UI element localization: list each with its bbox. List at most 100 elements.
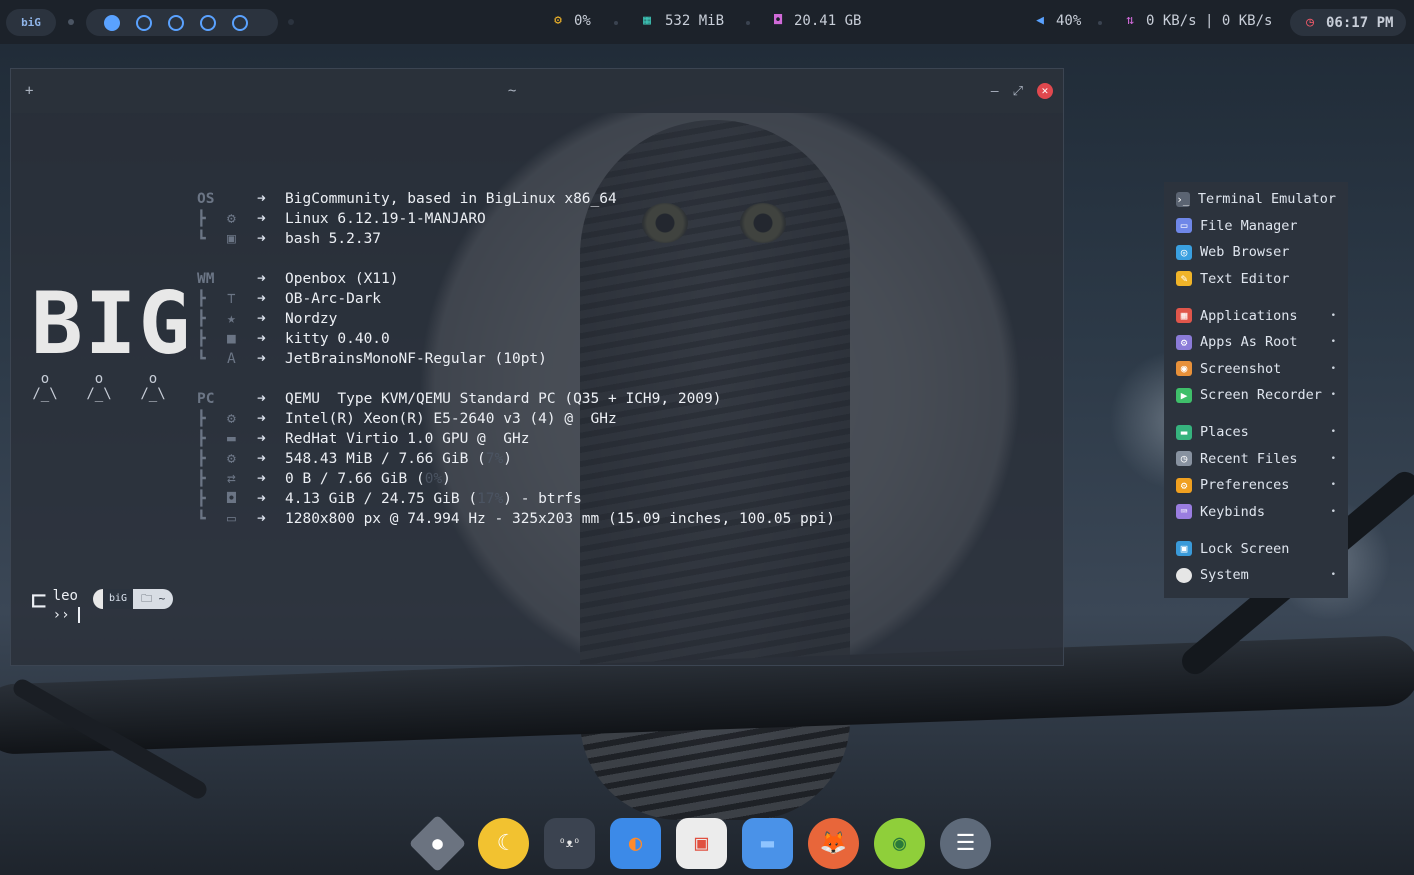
cpu-value: 0%	[574, 13, 591, 29]
lock-screen-icon: ▣	[1176, 541, 1192, 557]
menu-item-label: Recent Files	[1200, 450, 1298, 467]
menu-item-text-editor[interactable]: ✎ Text Editor	[1164, 266, 1348, 293]
submenu-indicator-icon: •	[1330, 337, 1336, 348]
menu-item-apps-as-root[interactable]: ⚙ Apps As Root •	[1164, 329, 1348, 356]
submenu-indicator-icon: •	[1330, 427, 1336, 438]
maximize-button[interactable]: ⤢	[1013, 84, 1023, 99]
menu-item-lock-screen[interactable]: ▣ Lock Screen	[1164, 536, 1348, 563]
workspace-1-button[interactable]	[104, 14, 120, 31]
places-icon: ▬	[1176, 424, 1192, 440]
ascii-figures: o /_\ o /_\ o /_\	[29, 372, 169, 402]
dock-fox-icon[interactable]: 🦊	[808, 818, 859, 869]
file-manager-icon: ▭	[1176, 218, 1192, 234]
menu-item-label: Applications	[1200, 307, 1298, 324]
screen-recorder-icon: ▶	[1176, 387, 1192, 403]
clock-widget[interactable]: ◷ 06:17 PM	[1290, 9, 1406, 36]
disk-percent: 17%	[477, 491, 504, 507]
host-value: QEMU Type KVM/QEMU Standard PC (Q35 + IC…	[285, 391, 722, 407]
menu-item-places[interactable]: ▬ Places •	[1164, 419, 1348, 446]
window-title: ~	[507, 83, 517, 99]
system-icon: ●	[1176, 567, 1192, 583]
volume-value: 40%	[1056, 13, 1082, 29]
dock-folder-icon[interactable]: ▬	[742, 818, 793, 869]
separator-dot	[68, 19, 74, 25]
ascii-figure: o /_\	[140, 371, 166, 402]
dock-mixer-icon[interactable]: ☰	[940, 818, 991, 869]
cpu-chip-icon: ⚙	[227, 411, 236, 427]
menu-item-label: Keybinds	[1200, 503, 1266, 520]
menu-item-preferences[interactable]: ⚙ Preferences •	[1164, 472, 1348, 499]
apps-as-root-icon: ⚙	[1176, 334, 1192, 350]
menu-item-system[interactable]: ● System •	[1164, 562, 1348, 589]
disk-value: 20.41 GB	[794, 13, 862, 29]
menu-item-label: Text Editor	[1200, 270, 1290, 287]
menu-item-terminal-emulator[interactable]: ›_ Terminal Emulator	[1164, 186, 1348, 213]
dock-browser-icon[interactable]: ◐	[610, 818, 661, 869]
submenu-indicator-icon: •	[1330, 570, 1336, 581]
shell-icon: ▣	[227, 231, 236, 247]
workspace-4-button[interactable]	[200, 14, 216, 31]
workspace-5-button[interactable]	[232, 14, 248, 31]
preferences-icon: ⚙	[1176, 477, 1192, 493]
memory-widget[interactable]: ▦ 532 MiB	[637, 13, 724, 29]
menu-item-label: Preferences	[1200, 477, 1290, 494]
workspace-3-button[interactable]	[168, 14, 184, 31]
submenu-indicator-icon: •	[1330, 363, 1336, 374]
distro-logo-button[interactable]: biG	[6, 9, 56, 36]
terminal-value: kitty 0.40.0	[285, 331, 390, 347]
dock-settings-icon[interactable]: ●	[408, 814, 467, 873]
separator-dot	[746, 21, 750, 25]
text-cursor	[77, 607, 89, 623]
ascii-figure: o /_\	[32, 371, 58, 402]
dock-image-viewer-icon[interactable]: ▣	[676, 818, 727, 869]
network-widget[interactable]: ⇅ 0 KB/s | 0 KB/s	[1122, 13, 1272, 29]
disk-value: 4.13 GiB / 24.75 GiB (	[285, 491, 478, 507]
swap-value: 0 B / 7.66 GiB (	[285, 471, 425, 487]
cpu-widget[interactable]: ⚙ 0%	[550, 13, 591, 29]
menu-item-recent-files[interactable]: ◷ Recent Files •	[1164, 446, 1348, 473]
pc-key: PC	[197, 391, 215, 407]
menu-item-screen-recorder[interactable]: ▶ Screen Recorder •	[1164, 382, 1348, 409]
menu-item-screenshot[interactable]: ◉ Screenshot •	[1164, 356, 1348, 383]
volume-icon: ◀	[1036, 13, 1044, 28]
prompt-user: leo	[52, 588, 78, 604]
wm-value: Openbox (X11)	[285, 271, 399, 287]
menu-item-web-browser[interactable]: ◎ Web Browser	[1164, 239, 1348, 266]
minimize-button[interactable]: –	[991, 84, 999, 99]
workspace-2-button[interactable]	[136, 14, 152, 31]
screenshot-icon: ◉	[1176, 361, 1192, 377]
clock-icon: ◷	[1306, 14, 1314, 30]
os-value: BigCommunity, based in BigLinux x86_64	[285, 191, 617, 207]
disk-filesystem: ) - btrfs	[503, 491, 582, 507]
menu-item-label: Lock Screen	[1200, 540, 1290, 557]
keybinds-icon: ⌨	[1176, 504, 1192, 520]
kernel-gear-icon: ⚙	[227, 211, 236, 227]
menu-item-keybinds[interactable]: ⌨ Keybinds •	[1164, 499, 1348, 526]
dock-lamp-icon[interactable]: ☾	[478, 818, 529, 869]
menu-item-label: File Manager	[1200, 217, 1298, 234]
shell-prompt[interactable]: ⊏ leo ››	[31, 587, 89, 625]
disk-widget[interactable]: ◘ 20.41 GB	[770, 13, 861, 29]
menu-item-file-manager[interactable]: ▭ File Manager	[1164, 213, 1348, 240]
ascii-logo: BIG	[31, 274, 193, 374]
menu-item-applications[interactable]: ▦ Applications •	[1164, 303, 1348, 330]
memory-chip-icon: ⚙	[227, 451, 236, 467]
terminal-icon: ›_	[1176, 191, 1190, 207]
disk-icon: ◘	[774, 13, 782, 28]
menu-separator	[1164, 409, 1348, 420]
text-editor-icon: ✎	[1176, 271, 1192, 287]
menu-separator	[1164, 292, 1348, 303]
close-button[interactable]: ✕	[1036, 83, 1053, 99]
new-tab-button[interactable]: +	[25, 83, 33, 99]
prompt-logo: biG	[103, 589, 134, 609]
dock-cat-terminal-icon[interactable]: ᴼᴥᴼ	[544, 818, 595, 869]
terminal-window: + ~ – ⤢ ✕ BIG o /_\ o /_\ o /_\ OS ➜ BigCo…	[10, 68, 1064, 666]
menu-item-label: Screenshot	[1200, 360, 1282, 377]
terminal-titlebar[interactable]: + ~ – ⤢ ✕	[11, 69, 1063, 113]
icons-value: Nordzy	[285, 311, 338, 327]
separator-dot	[614, 21, 618, 25]
volume-widget[interactable]: ◀ 40%	[1032, 13, 1081, 29]
root-menu: ›_ Terminal Emulator ▭ File Manager ◎ Web Bro…	[1164, 182, 1348, 598]
dock-music-icon[interactable]: ◉	[874, 818, 925, 869]
prompt-badge: biG 🗀 ~	[93, 589, 174, 609]
